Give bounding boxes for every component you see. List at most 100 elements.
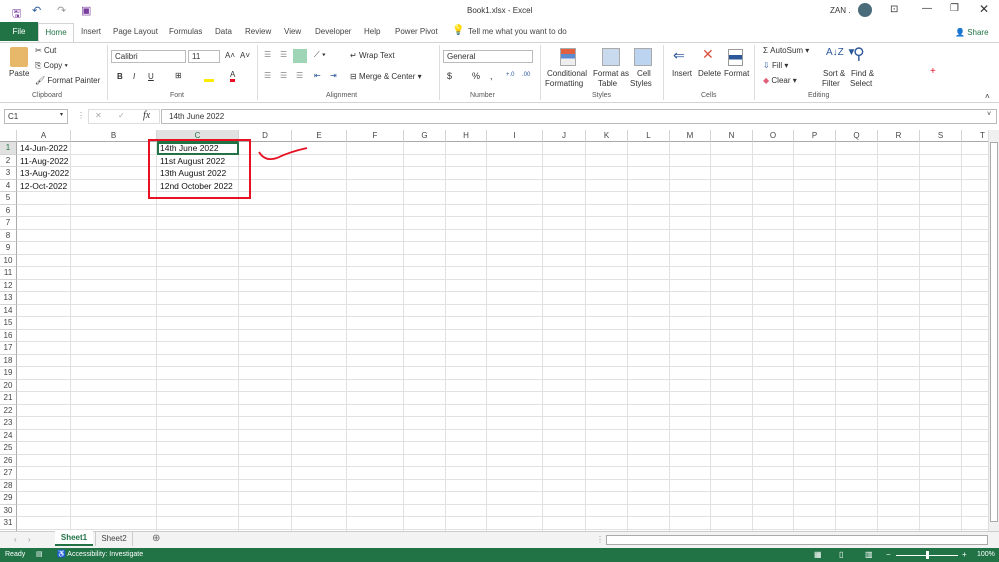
row-header-15[interactable]: 15 bbox=[0, 317, 17, 330]
cell-styles-icon[interactable] bbox=[634, 48, 652, 66]
row-header-26[interactable]: 26 bbox=[0, 454, 17, 467]
fill-button[interactable]: ⇩ Fill ▾ bbox=[763, 61, 788, 70]
row-header-7[interactable]: 7 bbox=[0, 217, 17, 230]
column-header-K[interactable]: K bbox=[586, 130, 628, 142]
column-header-L[interactable]: L bbox=[628, 130, 670, 142]
number-format-select[interactable]: General bbox=[443, 50, 533, 63]
horizontal-scrollbar[interactable] bbox=[606, 535, 988, 545]
decrease-indent-icon[interactable]: ⇤ bbox=[314, 71, 321, 80]
avatar[interactable] bbox=[858, 3, 872, 17]
row-header-21[interactable]: 21 bbox=[0, 392, 17, 405]
conditional-formatting-label2[interactable]: Formatting bbox=[545, 79, 583, 88]
cell-styles-button[interactable]: Cell bbox=[637, 69, 651, 78]
decrease-decimal-icon[interactable]: .00 bbox=[522, 72, 530, 78]
user-name[interactable]: ZAN . bbox=[830, 6, 850, 15]
sort-filter-icon[interactable]: A↓Z ▼ bbox=[826, 47, 856, 58]
sheet-tab-sheet1[interactable]: Sheet1 bbox=[55, 531, 93, 546]
row-header-30[interactable]: 30 bbox=[0, 504, 17, 517]
column-header-R[interactable]: R bbox=[878, 130, 920, 142]
increase-font-icon[interactable]: A˄ bbox=[225, 51, 235, 60]
cell-styles-label2[interactable]: Styles bbox=[630, 79, 652, 88]
expand-formula-icon[interactable]: ˅ bbox=[987, 111, 991, 118]
tab-data[interactable]: Data bbox=[215, 27, 232, 36]
accessibility-button[interactable]: ♿ Accessibility: Investigate bbox=[57, 548, 143, 562]
redo-icon[interactable]: ↷ bbox=[57, 4, 66, 17]
row-header-11[interactable]: 11 bbox=[0, 267, 17, 280]
column-header-B[interactable]: B bbox=[71, 130, 157, 142]
undo-icon[interactable]: ↶ bbox=[32, 4, 41, 17]
delete-cells-icon[interactable]: ✕ bbox=[702, 46, 714, 63]
copy-button[interactable]: ⎘ Copy ▾ bbox=[35, 61, 68, 71]
row-header-16[interactable]: 16 bbox=[0, 329, 17, 342]
macro-record-icon[interactable]: ▤ bbox=[36, 548, 43, 562]
row-header-24[interactable]: 24 bbox=[0, 429, 17, 442]
paste-button[interactable]: Paste bbox=[9, 69, 29, 78]
sheet-tab-sheet2[interactable]: Sheet2 bbox=[95, 532, 133, 546]
row-header-25[interactable]: 25 bbox=[0, 442, 17, 455]
tell-me-search[interactable]: Tell me what you want to do bbox=[468, 27, 567, 36]
tab-page-layout[interactable]: Page Layout bbox=[113, 27, 158, 36]
tab-home[interactable]: Home bbox=[38, 23, 74, 43]
row-header-5[interactable]: 5 bbox=[0, 192, 17, 205]
share-button[interactable]: 👤 Share bbox=[955, 28, 989, 37]
font-name-select[interactable]: Calibri bbox=[111, 50, 186, 63]
font-color-icon[interactable]: A bbox=[230, 70, 236, 82]
tab-review[interactable]: Review bbox=[245, 27, 271, 36]
row-header-18[interactable]: 18 bbox=[0, 354, 17, 367]
row-header-1[interactable]: 1 bbox=[0, 142, 17, 155]
increase-decimal-icon[interactable]: +.0 bbox=[506, 72, 515, 78]
underline-button[interactable]: U bbox=[148, 72, 154, 81]
scroll-thumb[interactable] bbox=[990, 142, 998, 522]
cell-A2[interactable]: 11-Aug-2022 bbox=[20, 155, 69, 167]
comma-button[interactable]: , bbox=[490, 71, 493, 81]
close-icon[interactable]: ✕ bbox=[979, 2, 989, 16]
row-header-13[interactable]: 13 bbox=[0, 292, 17, 305]
row-header-29[interactable]: 29 bbox=[0, 492, 17, 505]
column-header-F[interactable]: F bbox=[347, 130, 404, 142]
tab-developer[interactable]: Developer bbox=[315, 27, 351, 36]
conditional-formatting-icon[interactable] bbox=[560, 48, 576, 66]
enter-icon[interactable]: ✓ bbox=[118, 111, 125, 120]
name-box-dropdown-icon[interactable]: ▾ bbox=[60, 111, 63, 118]
cut-button[interactable]: ✂ Cut bbox=[35, 46, 56, 55]
orientation-icon[interactable]: ⟋ ▾ bbox=[314, 50, 326, 60]
percent-button[interactable]: % bbox=[472, 71, 480, 81]
insert-cells-icon[interactable]: ⇐ bbox=[673, 47, 685, 64]
row-header-14[interactable]: 14 bbox=[0, 304, 17, 317]
column-header-H[interactable]: H bbox=[446, 130, 487, 142]
font-size-select[interactable]: 11 bbox=[188, 50, 220, 63]
borders-icon[interactable]: ⊞ bbox=[175, 71, 182, 80]
collapse-ribbon-icon[interactable]: ˄ bbox=[985, 92, 990, 101]
currency-button[interactable]: $ bbox=[447, 71, 452, 81]
page-layout-view-icon[interactable]: ▯ bbox=[839, 548, 843, 562]
format-painter-button[interactable]: 🖌 Format Painter bbox=[35, 76, 100, 85]
align-left-icon[interactable]: ☰ bbox=[264, 71, 271, 80]
paste-icon[interactable] bbox=[10, 47, 28, 67]
insert-button[interactable]: Insert bbox=[672, 69, 692, 78]
row-header-28[interactable]: 28 bbox=[0, 479, 17, 492]
column-header-N[interactable]: N bbox=[711, 130, 753, 142]
row-header-3[interactable]: 3 bbox=[0, 167, 17, 180]
column-header-G[interactable]: G bbox=[404, 130, 446, 142]
insert-function-button[interactable]: fx bbox=[143, 110, 150, 121]
sort-filter-label2[interactable]: Filter bbox=[822, 79, 840, 88]
row-header-23[interactable]: 23 bbox=[0, 417, 17, 430]
column-header-E[interactable]: E bbox=[292, 130, 347, 142]
cancel-icon[interactable]: ✕ bbox=[95, 111, 102, 120]
column-header-M[interactable]: M bbox=[670, 130, 711, 142]
column-header-S[interactable]: S bbox=[920, 130, 962, 142]
italic-button[interactable]: I bbox=[133, 72, 135, 81]
row-header-17[interactable]: 17 bbox=[0, 342, 17, 355]
decrease-font-icon[interactable]: A˅ bbox=[240, 51, 250, 60]
row-header-27[interactable]: 27 bbox=[0, 467, 17, 480]
row-header-22[interactable]: 22 bbox=[0, 404, 17, 417]
align-top-icon[interactable]: ☰ bbox=[264, 50, 271, 59]
row-header-20[interactable]: 20 bbox=[0, 379, 17, 392]
autosum-button[interactable]: Σ AutoSum ▾ bbox=[763, 46, 809, 55]
tab-power-pivot[interactable]: Power Pivot bbox=[395, 27, 438, 36]
row-header-12[interactable]: 12 bbox=[0, 279, 17, 292]
row-header-2[interactable]: 2 bbox=[0, 154, 17, 167]
increase-indent-icon[interactable]: ⇥ bbox=[330, 71, 337, 80]
fill-color-icon[interactable] bbox=[204, 72, 214, 82]
column-header-I[interactable]: I bbox=[487, 130, 543, 142]
